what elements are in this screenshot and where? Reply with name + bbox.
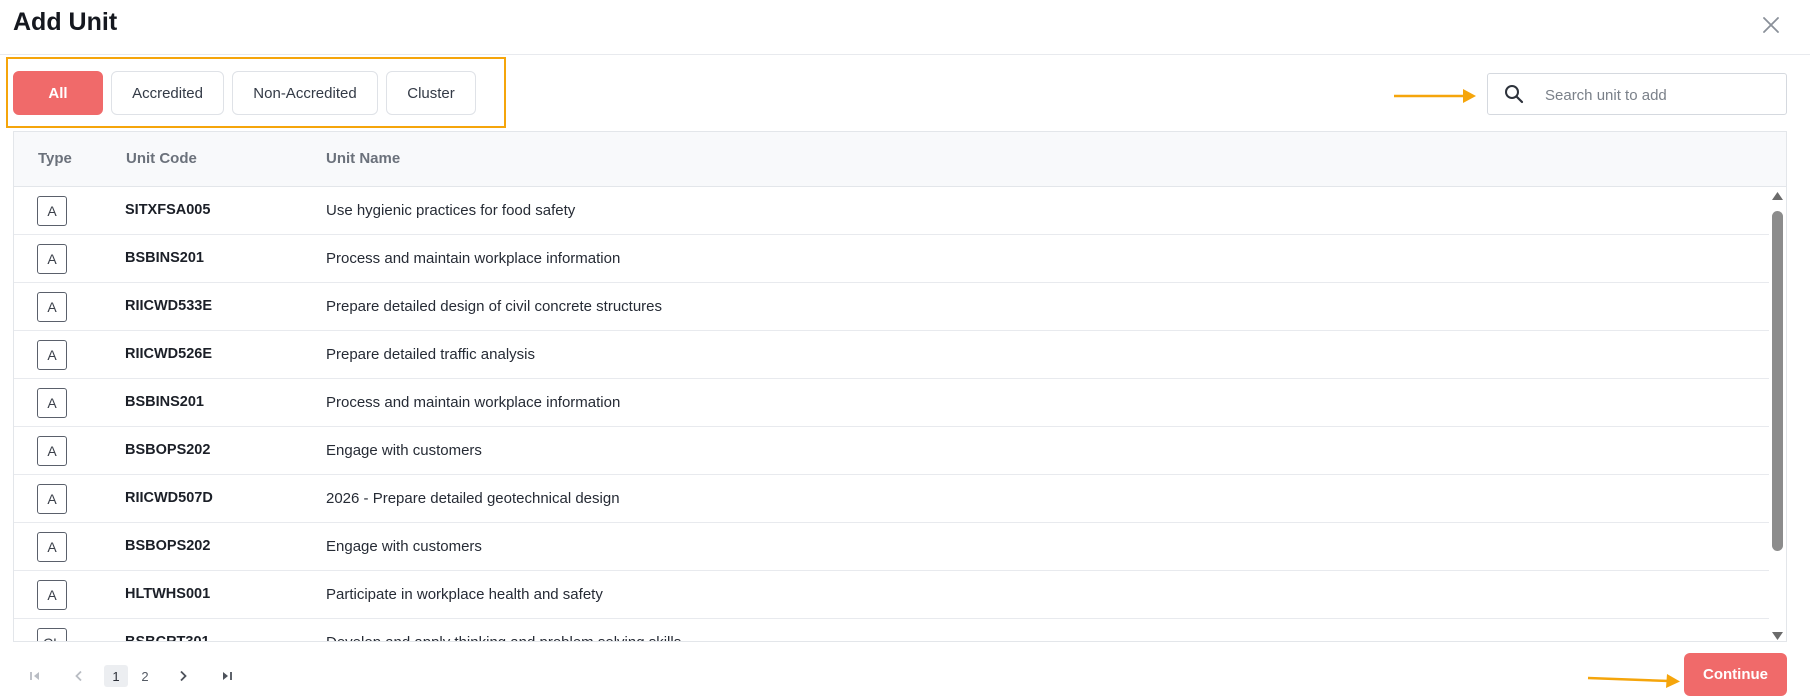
unit-name: Prepare detailed design of civil concret… [326,298,663,315]
unit-name: Prepare detailed traffic analysis [326,346,536,363]
unit-code: BSBCRT301 [125,634,210,642]
tab-all[interactable]: All [13,71,103,115]
unit-type-badge: A [37,580,67,610]
unit-code: BSBOPS202 [125,538,211,554]
unit-type-badge: A [37,244,67,274]
continue-button[interactable]: Continue [1684,653,1787,696]
unit-name: Engage with customers [326,442,482,459]
table-row[interactable]: A RIICWD526E Prepare detailed traffic an… [14,331,1769,379]
table-row[interactable]: A SITXFSA005 Use hygienic practices for … [14,187,1769,235]
column-header-type[interactable]: Type [38,150,72,167]
next-page-icon [180,670,187,682]
unit-type-badge: A [37,292,67,322]
unit-code: HLTWHS001 [125,586,211,602]
table-row[interactable]: A HLTWHS001 Participate in workplace hea… [14,571,1769,619]
unit-name: Process and maintain workplace informati… [326,394,621,411]
table-row[interactable]: CL BSBCRT301 Develop and apply thinking … [14,619,1769,642]
next-page-button[interactable] [172,665,194,687]
units-table: Type Unit Code Unit Name A SITXFSA005 Us… [13,131,1787,642]
table-scrollbar[interactable] [1769,187,1786,641]
tab-accredited[interactable]: Accredited [111,71,224,115]
arrow-icon [1394,89,1476,103]
scroll-down-arrow-icon[interactable] [1771,631,1784,641]
unit-type-badge: A [37,196,67,226]
unit-name: Engage with customers [326,538,482,555]
search-input[interactable] [1543,74,1777,116]
table-row[interactable]: A BSBOPS202 Engage with customers [14,523,1769,571]
unit-type-badge: A [37,388,67,418]
unit-code: BSBOPS202 [125,442,211,458]
unit-code: RIICWD533E [125,298,213,314]
first-page-button[interactable] [24,665,46,687]
table-header: Type Unit Code Unit Name [14,132,1786,187]
search-box[interactable] [1487,73,1787,116]
column-header-unit-code[interactable]: Unit Code [126,150,197,167]
close-icon [1763,17,1779,33]
column-header-unit-name[interactable]: Unit Name [326,150,400,167]
unit-code: BSBINS201 [125,394,204,410]
unit-code: RIICWD526E [125,346,213,362]
dialog-title: Add Unit [13,8,118,36]
table-row[interactable]: A BSBOPS202 Engage with customers [14,427,1769,475]
scrollbar-thumb[interactable] [1772,211,1783,551]
last-page-button[interactable] [216,665,238,687]
unit-type-badge: A [37,532,67,562]
first-page-icon [30,672,39,680]
page-number[interactable]: 1 [104,665,128,687]
search-icon [1505,85,1524,104]
unit-type-badge: A [37,436,67,466]
unit-code: RIICWD507D [125,490,213,506]
unit-code: BSBINS201 [125,250,204,266]
table-body: A SITXFSA005 Use hygienic practices for … [14,187,1769,642]
unit-type-badge: CL [37,628,67,641]
prev-page-icon [75,670,82,682]
prev-page-button[interactable] [68,665,90,687]
last-page-icon [223,672,232,680]
close-button[interactable] [1756,10,1786,40]
tab-non-accredited[interactable]: Non-Accredited [232,71,378,115]
unit-name: 2026 - Prepare detailed geotechnical des… [326,490,620,507]
unit-name: Develop and apply thinking and problem s… [326,634,681,641]
arrow-icon [1587,674,1680,688]
scroll-up-arrow-icon[interactable] [1771,191,1784,201]
unit-code: SITXFSA005 [125,202,211,218]
unit-name: Use hygienic practices for food safety [326,202,576,219]
table-row[interactable]: A RIICWD507D 2026 - Prepare detailed geo… [14,475,1769,523]
page-number[interactable]: 2 [133,665,157,687]
unit-type-badge: A [37,340,67,370]
unit-name: Participate in workplace health and safe… [326,586,603,603]
table-row[interactable]: A RIICWD533E Prepare detailed design of … [14,283,1769,331]
table-row[interactable]: A BSBINS201 Process and maintain workpla… [14,379,1769,427]
unit-type-badge: A [37,484,67,514]
tab-cluster[interactable]: Cluster [386,71,476,115]
unit-name: Process and maintain workplace informati… [326,250,621,267]
table-row[interactable]: A BSBINS201 Process and maintain workpla… [14,235,1769,283]
dialog-header: Add Unit [0,0,1810,55]
